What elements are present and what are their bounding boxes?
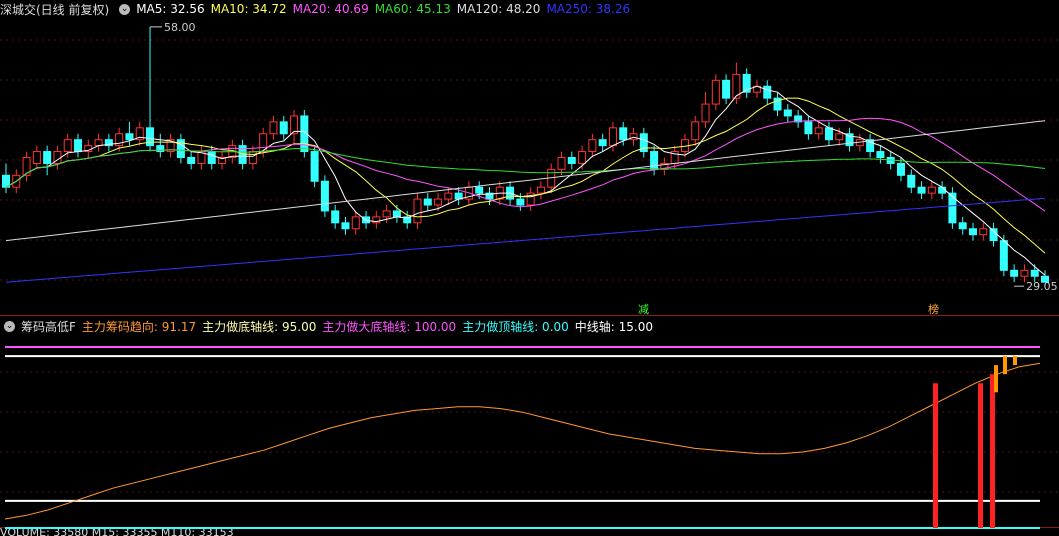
trend-line (4, 362, 1041, 520)
candle-body (279, 121, 288, 135)
signal-bar (994, 365, 998, 393)
candle-body (588, 139, 597, 153)
candle-body (310, 151, 319, 182)
candle-body (876, 151, 885, 158)
high-label: 58.00 (164, 21, 196, 34)
candle-body (896, 162, 905, 176)
candle-body (824, 127, 833, 141)
marker-label: 减 (638, 303, 649, 316)
ma120-line (5, 120, 1046, 242)
candle-body (691, 121, 700, 141)
candle-body (43, 151, 52, 164)
candle-body (763, 85, 772, 99)
candle-body (382, 210, 391, 218)
candle-body (331, 210, 340, 224)
candle-body (722, 79, 731, 99)
candle-body (63, 139, 72, 153)
candle-body (32, 151, 41, 164)
candle-body (567, 157, 576, 164)
candle-body (835, 133, 844, 141)
candle-body (783, 109, 792, 117)
candle-body (94, 139, 103, 147)
marker-label: 榜 (928, 302, 939, 316)
candle-body (814, 127, 823, 135)
candle-body (979, 228, 988, 236)
candle-body (1020, 269, 1029, 277)
candle-body (341, 222, 350, 230)
candle-body (320, 180, 329, 212)
candle-body (917, 186, 926, 194)
candle-body (968, 228, 977, 236)
candle-body (22, 157, 31, 176)
candle-body (74, 139, 83, 153)
candle-body (619, 127, 628, 141)
candle-body (351, 216, 360, 230)
candle-body (907, 174, 916, 188)
candle-body (608, 127, 617, 147)
signal-bar (990, 374, 995, 528)
ma10-line (5, 97, 1046, 254)
ma20-line (5, 117, 1046, 212)
candle-body (650, 151, 659, 170)
candle-body (598, 139, 607, 147)
candle-body (269, 121, 278, 135)
signal-bar (1003, 356, 1007, 375)
chart-canvas[interactable]: 58.00 29.05 减 榜 (0, 0, 1059, 536)
candle-body (958, 222, 967, 230)
candle-body (423, 198, 432, 206)
candle-body (927, 186, 936, 194)
low-label: 29.05 (1026, 280, 1058, 293)
signal-bar (978, 383, 983, 528)
candle-body (475, 186, 484, 194)
ma60-line (5, 147, 1046, 188)
candle-body (948, 192, 957, 224)
candle-body (187, 157, 196, 164)
candle-body (413, 198, 422, 224)
candle-body (392, 210, 401, 218)
candle-body (444, 192, 453, 200)
candle-body (1030, 269, 1039, 277)
candle-body (711, 79, 720, 105)
candle-body (804, 121, 813, 135)
signal-bar (933, 383, 938, 528)
candle-body (434, 198, 443, 206)
candle-body (516, 198, 525, 206)
candle-body (207, 151, 216, 164)
signal-bar (1013, 356, 1017, 366)
candle-body (248, 151, 257, 164)
candle-body (1010, 269, 1019, 277)
candle-body (701, 103, 710, 123)
candle-body (578, 151, 587, 164)
candle-body (629, 133, 638, 141)
candle-body (536, 186, 545, 194)
candle-body (125, 133, 134, 141)
candle-body (557, 157, 566, 170)
candle-body (999, 240, 1008, 271)
